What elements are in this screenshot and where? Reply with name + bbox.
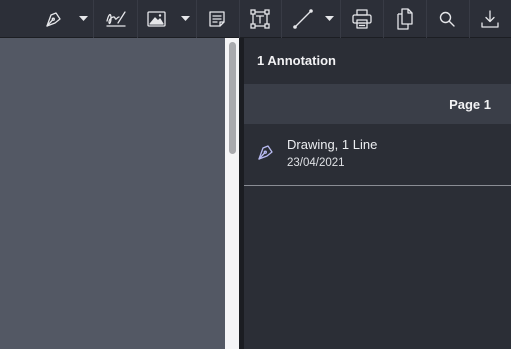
- annotation-item[interactable]: Drawing, 1 Line 23/04/2021: [244, 124, 511, 185]
- signature-button[interactable]: [96, 0, 136, 38]
- signature-icon: [106, 11, 126, 27]
- note-button[interactable]: [198, 0, 236, 38]
- print-button[interactable]: [342, 0, 382, 38]
- annotation-title: Drawing, 1 Line: [287, 137, 378, 152]
- download-button[interactable]: [471, 0, 509, 38]
- toolbar-divider: [137, 0, 138, 38]
- pen-tool-dropdown[interactable]: [76, 0, 90, 38]
- note-icon: [209, 11, 225, 27]
- copy-icon: [397, 8, 413, 30]
- toolbar: [0, 0, 511, 38]
- pen-nib-icon: [46, 12, 61, 27]
- download-icon: [481, 10, 499, 28]
- annotation-date: 23/04/2021: [287, 157, 345, 169]
- annotations-panel: 1 Annotation Page 1 Drawing, 1 Line 23/0…: [244, 38, 511, 349]
- search-button[interactable]: [428, 0, 466, 38]
- toolbar-divider: [383, 0, 384, 38]
- chevron-down-icon: [324, 16, 334, 21]
- toolbar-divider: [340, 0, 341, 38]
- toolbar-divider: [239, 0, 240, 38]
- chevron-down-icon: [180, 16, 190, 21]
- pen-tool-button[interactable]: [36, 0, 72, 38]
- text-box-button[interactable]: [241, 0, 279, 38]
- toolbar-divider: [469, 0, 470, 38]
- toolbar-divider: [281, 0, 282, 38]
- copy-button[interactable]: [385, 0, 425, 38]
- annotation-divider: [244, 185, 511, 186]
- annotations-count-title: 1 Annotation: [257, 53, 336, 68]
- toolbar-divider: [93, 0, 94, 38]
- toolbar-divider: [426, 0, 427, 38]
- search-icon: [439, 11, 455, 27]
- line-icon: [293, 9, 313, 29]
- scrollbar-thumb[interactable]: [229, 42, 236, 154]
- page-group-header: Page 1: [244, 84, 511, 124]
- toolbar-divider: [196, 0, 197, 38]
- document-viewport[interactable]: [0, 38, 225, 349]
- text-box-icon: [250, 9, 270, 29]
- line-tool-button[interactable]: [284, 0, 322, 38]
- print-icon: [352, 9, 372, 29]
- image-tool-button[interactable]: [140, 0, 172, 38]
- pen-nib-icon: [256, 142, 276, 167]
- chevron-down-icon: [78, 16, 88, 21]
- image-icon: [146, 11, 166, 27]
- page-label: Page 1: [449, 97, 491, 112]
- line-tool-dropdown[interactable]: [322, 0, 336, 38]
- image-tool-dropdown[interactable]: [178, 0, 192, 38]
